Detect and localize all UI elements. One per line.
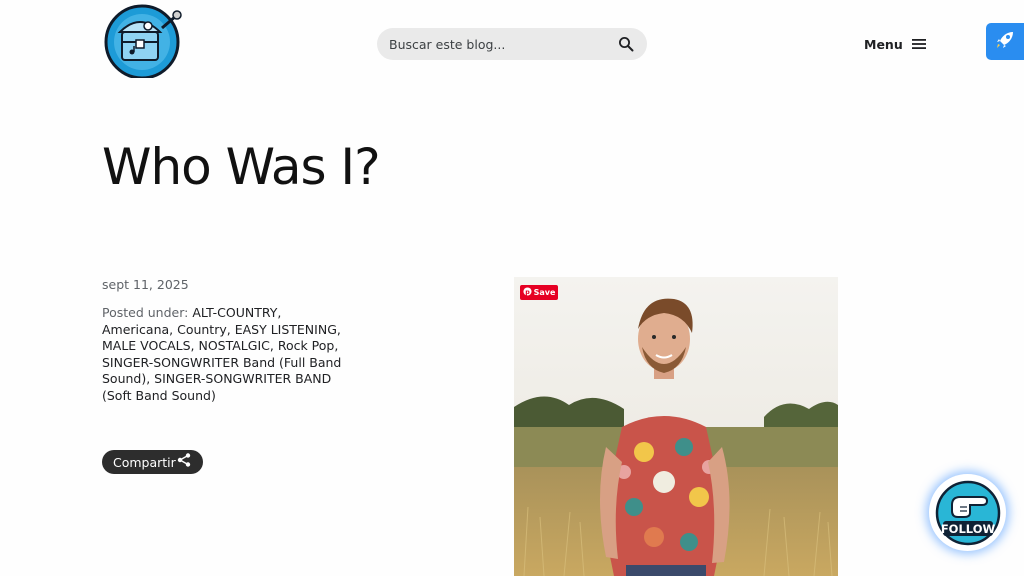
follow-badge-button[interactable]: FOLLOW [929,474,1006,551]
save-label: Save [533,288,556,297]
post-categories: Posted under: ALT-COUNTRY, Americana, Co… [102,305,352,405]
post-image[interactable] [514,277,838,576]
share-button[interactable]: Compartir [102,450,203,474]
page-title: Who Was I? [102,138,381,196]
search-icon[interactable] [617,35,635,53]
svg-text:p: p [525,289,530,296]
posted-under-label: Posted under: [102,305,189,320]
post-date: sept 11, 2025 [102,277,189,292]
menu-button[interactable]: Menu [864,34,927,54]
search-input[interactable] [389,36,609,52]
search-bar[interactable] [377,28,647,60]
follow-label: FOLLOW [940,522,995,536]
pinterest-save-button[interactable]: p Save [520,285,558,300]
share-label: Compartir [113,454,176,470]
menu-label: Menu [864,36,903,52]
share-icon [176,452,192,472]
site-logo[interactable] [102,2,184,80]
rocket-icon [993,28,1017,56]
hamburger-icon [911,35,927,54]
pinterest-icon: p [523,287,532,298]
rocket-button[interactable] [986,23,1024,60]
